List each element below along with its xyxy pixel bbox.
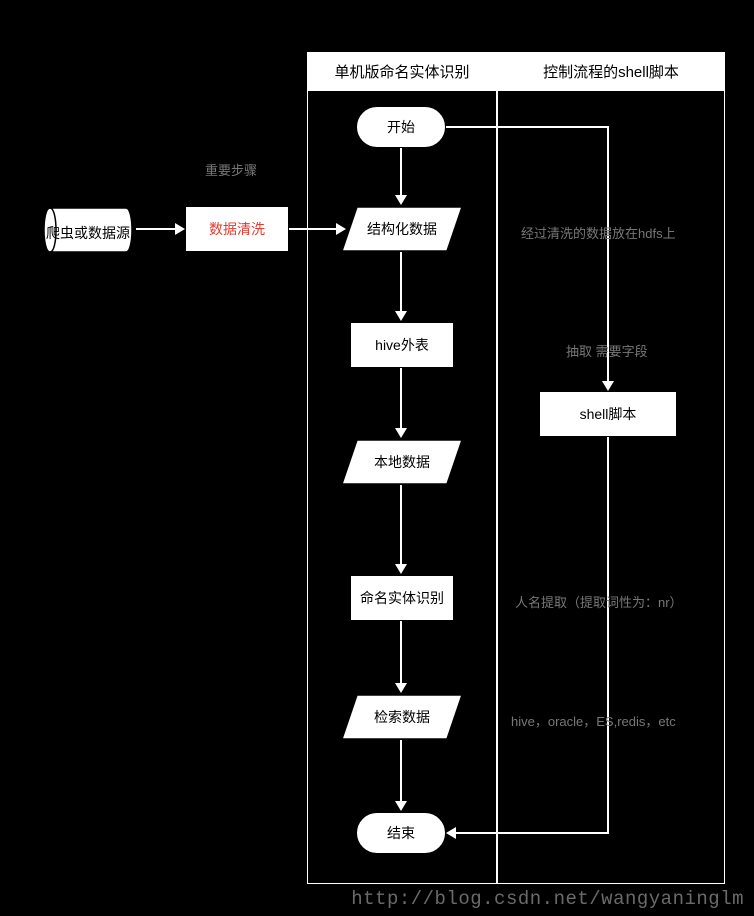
arrow-head-icon [395, 683, 407, 693]
local-label: 本地数据 [341, 439, 463, 485]
ner-label: 命名实体识别 [360, 588, 444, 608]
anno-important: 重要步骤 [205, 160, 257, 179]
arrow [400, 740, 402, 802]
arrow-head-icon [446, 827, 456, 839]
anno-sinks: hive，oracle，ES,redis，etc [511, 711, 676, 730]
arrow-head-icon [395, 564, 407, 574]
arrow-head-icon [395, 311, 407, 321]
structured-node: 结构化数据 [341, 206, 463, 252]
arrow [400, 252, 402, 312]
arrow-head-icon [395, 801, 407, 811]
arrow [400, 148, 402, 196]
arrow [136, 228, 176, 230]
start-label: 开始 [387, 117, 415, 137]
hive-label: hive外表 [375, 335, 429, 355]
arrow [400, 621, 402, 684]
arrow-head-icon [175, 223, 185, 235]
search-node: 检索数据 [341, 694, 463, 740]
clean-node: 数据清洗 [185, 206, 289, 252]
end-node: 结束 [356, 812, 446, 854]
arrow [456, 832, 609, 834]
arrow-head-icon [602, 381, 614, 391]
arrow [400, 485, 402, 565]
clean-label: 数据清洗 [209, 219, 265, 239]
hive-node: hive外表 [350, 322, 454, 368]
diagram-canvas: 单机版命名实体识别 控制流程的shell脚本 爬虫或数据源 数据清洗 开始 结构… [0, 0, 754, 916]
anno-extract: 抽取 需要字段 [566, 341, 648, 360]
arrow-head-icon [395, 195, 407, 205]
shell-node: shell脚本 [539, 391, 677, 437]
lane-right: 控制流程的shell脚本 [497, 52, 725, 884]
anno-hdfs: 经过清洗的数据放在hdfs上 [521, 223, 676, 242]
source-label: 爬虫或数据源 [40, 210, 136, 256]
anno-name: 人名提取（提取词性为：nr） [515, 592, 683, 611]
end-label: 结束 [387, 823, 415, 843]
arrow [400, 368, 402, 429]
arrow-head-icon [395, 428, 407, 438]
watermark-text: http://blog.csdn.net/wangyaninglm [351, 888, 744, 910]
ner-node: 命名实体识别 [350, 575, 454, 621]
lane-right-header: 控制流程的shell脚本 [498, 53, 724, 91]
arrow [446, 126, 609, 128]
start-node: 开始 [356, 106, 446, 148]
local-node: 本地数据 [341, 439, 463, 485]
arrow [289, 228, 337, 230]
shell-label: shell脚本 [580, 404, 637, 424]
lane-left-header: 单机版命名实体识别 [308, 53, 496, 91]
source-node: 爬虫或数据源 [40, 198, 136, 262]
search-label: 检索数据 [341, 694, 463, 740]
structured-label: 结构化数据 [341, 206, 463, 252]
arrow [607, 437, 609, 833]
